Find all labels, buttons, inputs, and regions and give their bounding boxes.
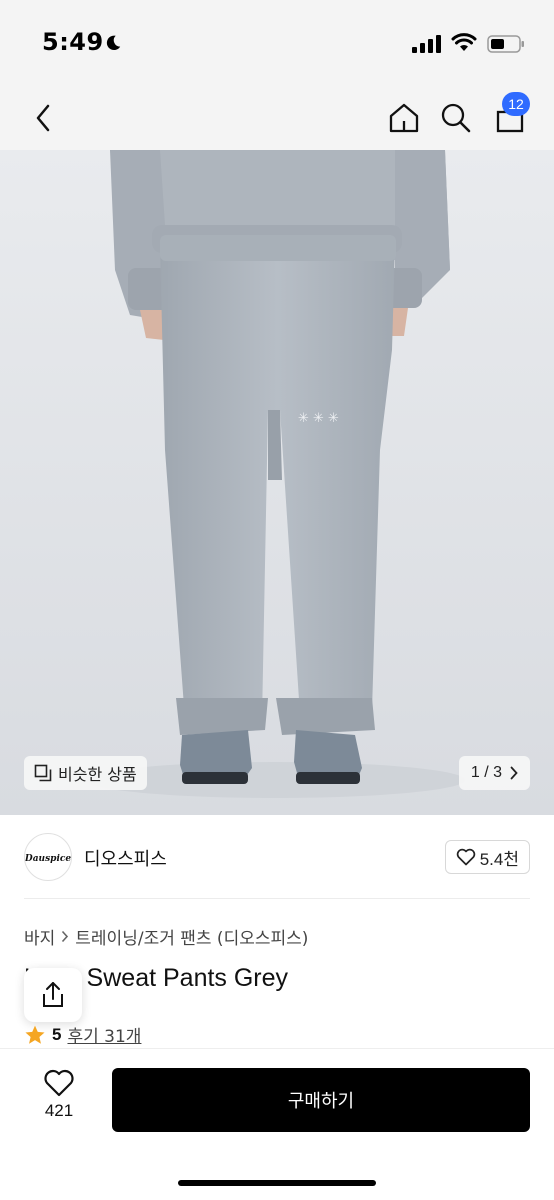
status-time: 5:49: [42, 28, 104, 56]
rating-score: 5: [52, 1024, 62, 1044]
rating-row: 5 후기 31개: [24, 1022, 141, 1047]
breadcrumb-item-training[interactable]: 트레이닝/조거 팬츠 (디오스피스): [75, 924, 308, 949]
brand-row[interactable]: Dauspice 디오스피스 5.4천: [0, 815, 554, 899]
brand-logo[interactable]: Dauspice: [24, 833, 72, 881]
product-image-gallery[interactable]: ✳ ✳ ✳ 비슷한 상품 1 / 3: [0, 150, 554, 815]
chevron-right-icon: [62, 930, 69, 943]
search-button[interactable]: [438, 96, 474, 140]
star-icon: [25, 1025, 45, 1044]
review-count-link[interactable]: 후기 31개: [67, 1022, 141, 1047]
brand-name[interactable]: 디오스피스: [84, 845, 167, 871]
wishlist-count: 421: [44, 1101, 74, 1120]
heart-icon: [44, 1069, 74, 1097]
back-chevron-icon: [36, 104, 50, 132]
moon-icon: [106, 35, 121, 51]
share-button[interactable]: [24, 968, 82, 1022]
breadcrumb: 바지 트레이닝/조거 팬츠 (디오스피스): [24, 924, 308, 949]
signal-icon: [412, 35, 441, 53]
chevron-right-icon: [510, 766, 518, 780]
product-photo: ✳ ✳ ✳: [0, 150, 554, 815]
nav-bar: 12: [0, 88, 554, 150]
home-button[interactable]: [386, 96, 422, 140]
wishlist-button[interactable]: 421: [30, 1069, 88, 1133]
home-icon: [389, 103, 419, 133]
home-indicator: [178, 1180, 376, 1186]
brand-like-count: 5.4천: [479, 849, 519, 869]
battery-icon: [487, 35, 524, 53]
breadcrumb-item-pants[interactable]: 바지: [24, 924, 55, 949]
svg-text:✳ ✳ ✳: ✳ ✳ ✳: [298, 411, 339, 426]
back-button[interactable]: [28, 96, 58, 140]
buy-button[interactable]: 구매하기: [112, 1068, 530, 1132]
wifi-icon: [451, 33, 477, 51]
divider: [24, 898, 530, 899]
share-icon: [43, 982, 63, 1007]
status-bar: 5:49: [0, 0, 554, 88]
bottom-bar: 421 구매하기: [0, 1048, 554, 1200]
brand-like-button[interactable]: 5.4천: [444, 840, 530, 874]
gallery-page-indicator[interactable]: 1 / 3: [458, 756, 530, 790]
svg-text:Dauspice: Dauspice: [25, 854, 71, 864]
page-indicator-text: 1 / 3: [470, 764, 502, 781]
similar-products-button[interactable]: 비슷한 상품: [24, 756, 147, 790]
search-icon: [441, 103, 471, 133]
cart-count-badge: 12: [502, 92, 530, 116]
similar-products-label: 비슷한 상품: [58, 765, 137, 784]
heart-icon: [456, 848, 475, 866]
similar-items-icon: [34, 764, 52, 782]
brand-logo-image: Dauspice: [25, 854, 71, 864]
